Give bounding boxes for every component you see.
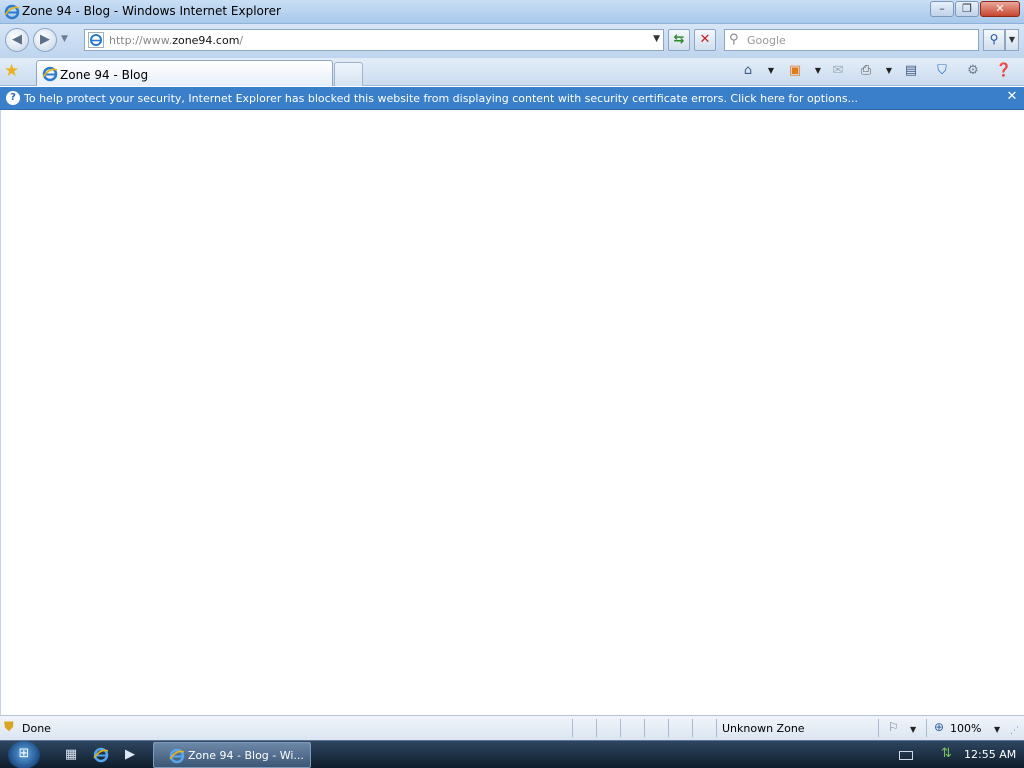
info-bar-message[interactable]: To help protect your security, Internet … [24, 92, 858, 105]
safety-icon[interactable]: ⛉ [932, 62, 952, 80]
status-text: Done [22, 722, 51, 735]
title-bar: Zone 94 - Blog - Windows Internet Explor… [0, 0, 1024, 24]
security-info-bar[interactable]: ? To help protect your security, Interne… [0, 87, 1024, 110]
search-icon: ⚲ [989, 32, 999, 46]
taskbar-ie-window-button[interactable]: Zone 94 - Blog - Wi... [153, 742, 311, 768]
zoom-level[interactable]: 100% [950, 722, 981, 735]
maximize-icon: ❐ [962, 2, 972, 15]
clock[interactable]: 12:55 AM [964, 748, 1016, 761]
quicklaunch-ie-icon[interactable] [92, 746, 110, 764]
status-divider [878, 719, 879, 737]
status-divider [716, 719, 717, 737]
url-suffix: / [239, 34, 244, 47]
protected-mode-icon[interactable]: ⚐ [888, 720, 899, 734]
zone-dropdown-icon[interactable]: ▼ [910, 725, 916, 734]
info-question-icon: ? [6, 91, 20, 105]
search-button[interactable]: ⚲ [983, 29, 1005, 51]
search-provider-icon: ⚲ [729, 32, 739, 47]
search-box[interactable]: ⚲ Google [724, 29, 979, 51]
print-icon[interactable]: ⎙ [858, 62, 874, 80]
close-icon: ✕ [995, 2, 1005, 15]
recent-pages-dropdown[interactable]: ▼ [61, 34, 68, 44]
media-player-icon[interactable]: ▶ [121, 746, 139, 764]
home-dropdown-icon[interactable]: ▼ [765, 62, 777, 80]
tab-zone94-blog[interactable]: Zone 94 - Blog [36, 60, 333, 86]
taskbar-button-label: Zone 94 - Blog - Wi... [188, 749, 304, 762]
status-divider [620, 719, 621, 737]
status-divider [596, 719, 597, 737]
back-button[interactable]: ◀ [5, 28, 29, 52]
help-icon[interactable]: ❓ [993, 62, 1015, 80]
refresh-button[interactable]: ⇆ [668, 29, 690, 51]
refresh-icon: ⇆ [673, 32, 685, 47]
home-icon[interactable]: ⌂ [740, 62, 756, 80]
forward-arrow-icon: ▶ [40, 32, 50, 47]
info-bar-close-icon[interactable]: ✕ [1005, 90, 1019, 104]
minimize-icon: – [939, 2, 945, 15]
start-button[interactable]: ⊞ [8, 741, 40, 768]
search-placeholder: Google [747, 34, 786, 47]
feeds-dropdown-icon[interactable]: ▼ [812, 62, 824, 80]
address-bar[interactable]: http://www.zone94.com/ ▼ [84, 29, 664, 51]
taskbar-ie-icon [169, 748, 185, 764]
stop-button[interactable]: ✕ [694, 29, 716, 51]
address-url[interactable]: http://www.zone94.com/ [109, 34, 243, 47]
security-zone[interactable]: Unknown Zone [722, 722, 805, 735]
forward-button[interactable]: ▶ [33, 28, 57, 52]
minimize-button[interactable]: – [930, 1, 954, 17]
status-divider [644, 719, 645, 737]
address-dropdown-icon[interactable]: ▼ [653, 34, 660, 44]
close-button[interactable]: ✕ [980, 1, 1020, 17]
window-title: Zone 94 - Blog - Windows Internet Explor… [22, 4, 281, 18]
show-desktop-icon[interactable]: ▦ [62, 746, 80, 764]
tab-ie-icon [42, 66, 58, 82]
feeds-icon[interactable]: ▣ [787, 62, 803, 80]
status-divider [692, 719, 693, 737]
status-bar: ⛊ Done Unknown Zone ⚐ ▼ ⊕ 100% ▼ ⋰ [0, 715, 1024, 740]
page-icon[interactable]: ▤ [901, 62, 921, 80]
windows-logo-icon: ⊞ [18, 746, 30, 761]
chevron-down-icon: ▼ [1008, 35, 1016, 44]
status-divider [926, 719, 927, 737]
search-options-button[interactable]: ▼ [1005, 29, 1019, 51]
url-domain: zone94.com [172, 34, 240, 47]
status-divider [572, 719, 573, 737]
tools-icon[interactable]: ⚙ [962, 62, 984, 80]
tab-label: Zone 94 - Blog [60, 68, 149, 82]
url-prefix: http://www. [109, 34, 173, 47]
maximize-button[interactable]: ❐ [955, 1, 979, 17]
page-ie-icon [88, 32, 104, 48]
network-icon[interactable]: ⇅ [941, 746, 952, 761]
print-dropdown-icon[interactable]: ▼ [883, 62, 895, 80]
read-mail-icon[interactable]: ✉ [830, 62, 846, 80]
security-shield-icon: ⛊ [4, 720, 14, 735]
zoom-dropdown-icon[interactable]: ▼ [994, 725, 1000, 734]
new-tab-button[interactable] [334, 62, 363, 86]
taskbar: ⊞ ▦ ▶ Zone 94 - Blog - Wi... ⇅ 12:55 AM [0, 740, 1024, 768]
keyboard-icon[interactable] [899, 751, 913, 760]
page-content [0, 110, 1024, 715]
zoom-icon[interactable]: ⊕ [934, 720, 944, 734]
ie-app-icon[interactable] [4, 4, 20, 20]
status-divider [668, 719, 669, 737]
back-arrow-icon: ◀ [12, 32, 22, 47]
stop-icon: ✕ [699, 32, 711, 47]
resize-grip-icon[interactable]: ⋰ [1010, 726, 1019, 736]
favorites-star-icon[interactable]: ★ [4, 62, 19, 80]
